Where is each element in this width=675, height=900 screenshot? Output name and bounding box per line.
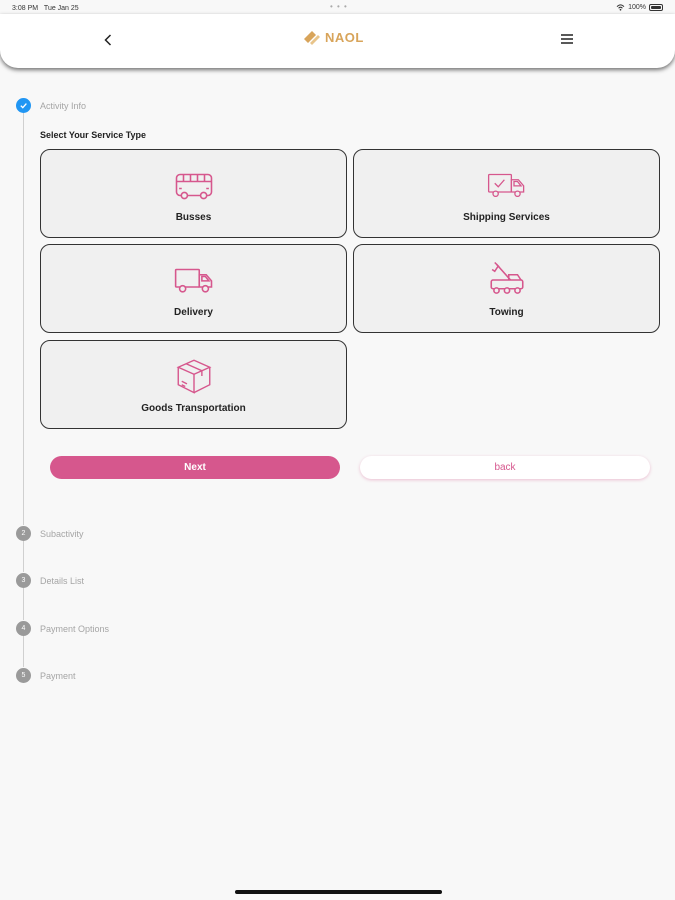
- stepper-line: [23, 588, 24, 620]
- bus-icon: [175, 173, 212, 200]
- service-label: Busses: [175, 212, 212, 223]
- step-number: 2: [16, 526, 31, 541]
- service-card-shipping[interactable]: Shipping Services: [353, 149, 660, 238]
- step-payment-options[interactable]: 4 Payment Options: [16, 621, 109, 636]
- battery-percent: 100%: [628, 4, 646, 11]
- service-label: Delivery: [174, 307, 213, 318]
- service-label: Shipping Services: [463, 212, 550, 223]
- step-activity-info[interactable]: Activity Info: [16, 98, 86, 113]
- hamburger-icon: [561, 34, 573, 44]
- stepper-line: [23, 636, 24, 667]
- step-subactivity[interactable]: 2 Subactivity: [16, 526, 84, 541]
- app-header: NAOL: [0, 14, 675, 68]
- step-label: Subactivity: [40, 528, 84, 539]
- step-payment[interactable]: 5 Payment: [16, 668, 76, 683]
- stepper-line: [23, 113, 24, 525]
- step-label: Payment: [40, 670, 76, 681]
- next-button[interactable]: Next: [50, 456, 340, 479]
- back-button[interactable]: back: [360, 456, 650, 479]
- step-complete-check: [16, 98, 31, 113]
- logo-text: NAOL: [325, 29, 364, 45]
- section-title: Select Your Service Type: [40, 130, 147, 140]
- step-number: 3: [16, 573, 31, 588]
- step-number: 4: [16, 621, 31, 636]
- shipping-truck-icon: [487, 173, 524, 198]
- service-card-towing[interactable]: Towing: [353, 244, 660, 333]
- step-label: Details List: [40, 575, 85, 586]
- service-card-busses[interactable]: Busses: [40, 149, 347, 238]
- wifi-icon: [616, 4, 625, 11]
- service-card-delivery[interactable]: Delivery: [40, 244, 347, 333]
- naol-logo: NAOL: [302, 27, 364, 47]
- battery-icon: [649, 4, 663, 11]
- delivery-truck-icon: [174, 268, 212, 293]
- menu-button[interactable]: [560, 32, 576, 48]
- home-indicator[interactable]: [235, 890, 442, 894]
- logo-mark-icon: [304, 31, 320, 45]
- chevron-left-icon: [104, 34, 112, 46]
- step-number: 5: [16, 668, 31, 683]
- status-time: 3:08 PM Tue Jan 25: [12, 5, 79, 12]
- box-icon: [176, 359, 211, 394]
- step-details-list[interactable]: 3 Details List: [16, 573, 84, 588]
- back-arrow-button[interactable]: [100, 30, 116, 50]
- service-label: Towing: [489, 307, 524, 318]
- service-label: Goods Transportation: [141, 403, 246, 414]
- tow-truck-icon: [489, 261, 524, 294]
- step-label: Payment Options: [40, 623, 110, 634]
- service-card-goods-transportation[interactable]: Goods Transportation: [40, 340, 347, 429]
- check-icon: [20, 103, 27, 109]
- status-indicators: 100%: [616, 4, 663, 11]
- stepper-line: [23, 541, 24, 572]
- step-label: Activity Info: [40, 100, 87, 111]
- multitasking-dots[interactable]: • • •: [330, 2, 348, 11]
